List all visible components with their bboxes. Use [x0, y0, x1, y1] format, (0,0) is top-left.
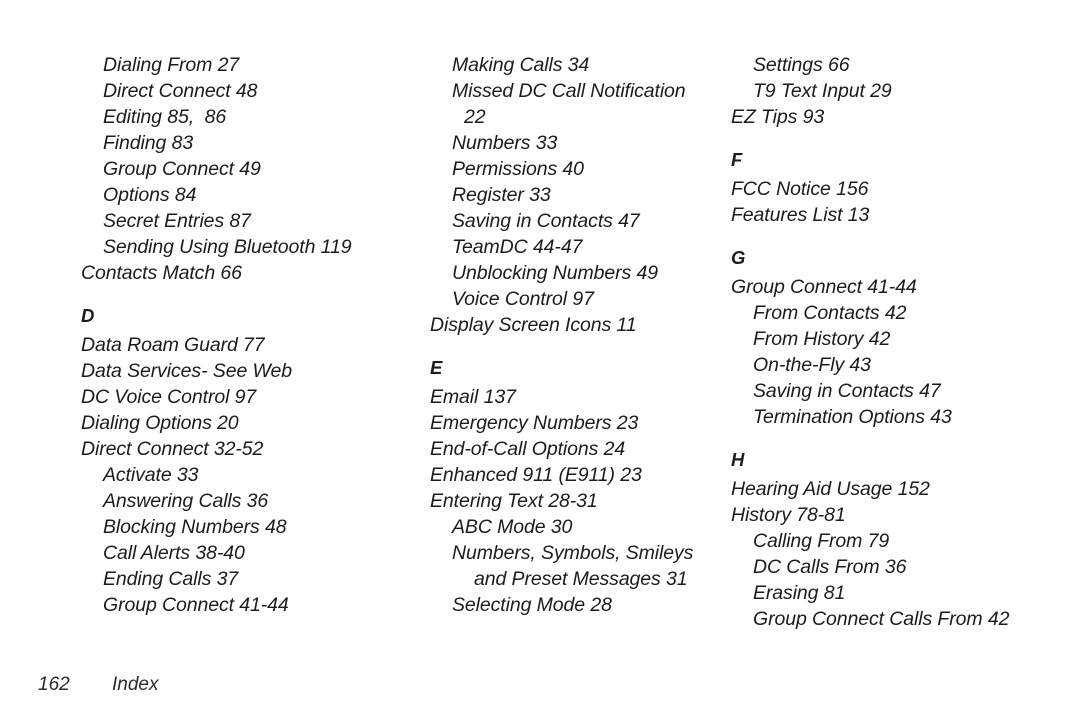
index-entry: On-the-Fly 43: [753, 354, 871, 376]
index-entry: Editing 85, 86: [103, 106, 227, 128]
index-entry: Group Connect 41-44: [103, 594, 289, 616]
index-entry: Making Calls 34: [452, 54, 590, 76]
index-column-1: Dialing From 27 Direct Connect 48 Editing …: [81, 52, 411, 618]
index-entry: From Contacts 42: [753, 302, 907, 324]
section-heading-f: F: [731, 149, 743, 170]
index-entry-continuation: 22: [464, 106, 486, 128]
index-entry: Missed DC Call Notification: [452, 80, 686, 102]
index-entry: Sending Using Bluetooth 119: [103, 236, 352, 258]
index-entry: Dialing From 27: [103, 54, 240, 76]
index-entry: Activate 33: [103, 464, 199, 486]
index-entry: Entering Text 28-31: [430, 490, 598, 512]
page-footer: 162 Index: [0, 660, 1080, 720]
index-entry: Termination Options 43: [753, 406, 952, 428]
index-entry: Register 33: [452, 184, 551, 206]
index-entry: Features List 13: [731, 204, 870, 226]
index-entry: DC Calls From 36: [753, 556, 907, 578]
index-entry: Voice Control 97: [452, 288, 594, 310]
section-heading-d: D: [81, 305, 95, 326]
index-entry: Group Connect 49: [103, 158, 261, 180]
index-entry: Data Roam Guard 77: [81, 334, 265, 356]
index-entry: Email 137: [430, 386, 516, 408]
index-entry: Direct Connect 32-52: [81, 438, 264, 460]
index-entry: Options 84: [103, 184, 197, 206]
index-entry: Unblocking Numbers 49: [452, 262, 659, 284]
index-entry: Secret Entries 87: [103, 210, 251, 232]
index-entry: Permissions 40: [452, 158, 584, 180]
index-entry: Emergency Numbers 23: [430, 412, 639, 434]
footer-page-number: 162: [38, 674, 70, 695]
index-entry: Display Screen Icons 11: [430, 314, 637, 336]
section-heading-h: H: [731, 449, 745, 470]
index-entry: Hearing Aid Usage 152: [731, 478, 930, 500]
index-entry: FCC Notice 156: [731, 178, 869, 200]
index-entry: Enhanced 911 (E911) 23: [430, 464, 642, 486]
index-entry: Data Services- See Web: [81, 360, 292, 382]
index-entry: T9 Text Input 29: [753, 80, 892, 102]
index-entry: Direct Connect 48: [103, 80, 258, 102]
index-entry: Contacts Match 66: [81, 262, 242, 284]
index-entry: Ending Calls 37: [103, 568, 239, 590]
index-entry: Saving in Contacts 47: [452, 210, 640, 232]
index-entry: Calling From 79: [753, 530, 890, 552]
index-entry-continuation: and Preset Messages 31: [474, 568, 688, 590]
section-heading-g: G: [731, 247, 746, 268]
index-entry: Selecting Mode 28: [452, 594, 612, 616]
index-entry: Group Connect 41-44: [731, 276, 917, 298]
index-entry: Blocking Numbers 48: [103, 516, 287, 538]
index-entry: Group Connect Calls From 42: [753, 608, 1010, 630]
index-column-2: Making Calls 34 Missed DC Call Notificati…: [430, 52, 730, 618]
index-entry: Settings 66: [753, 54, 850, 76]
index-entry: Numbers 33: [452, 132, 558, 154]
index-entry: Call Alerts 38-40: [103, 542, 245, 564]
index-entry: EZ Tips 93: [731, 106, 825, 128]
index-entry: ABC Mode 30: [452, 516, 573, 538]
index-entry: History 78-81: [731, 504, 846, 526]
index-entry: Numbers, Symbols, Smileys: [452, 542, 694, 564]
section-heading-e: E: [430, 357, 443, 378]
index-entry: TeamDC 44-47: [452, 236, 583, 258]
index-entry: DC Voice Control 97: [81, 386, 257, 408]
index-entry: Finding 83: [103, 132, 194, 154]
index-entry: Answering Calls 36: [103, 490, 269, 512]
index-columns: Dialing From 27 Direct Connect 48 Editing …: [0, 0, 1080, 660]
index-column-3: Settings 66 T9 Text Input 29 EZ Tips 93 F FC…: [731, 52, 1051, 632]
index-page: Dialing From 27 Direct Connect 48 Editing …: [0, 0, 1080, 720]
index-entry: End-of-Call Options 24: [430, 438, 626, 460]
index-entry: From History 42: [753, 328, 891, 350]
footer-label: Index: [112, 674, 159, 695]
index-entry: Saving in Contacts 47: [753, 380, 941, 402]
index-entry: Dialing Options 20: [81, 412, 239, 434]
index-entry: Erasing 81: [753, 582, 846, 604]
